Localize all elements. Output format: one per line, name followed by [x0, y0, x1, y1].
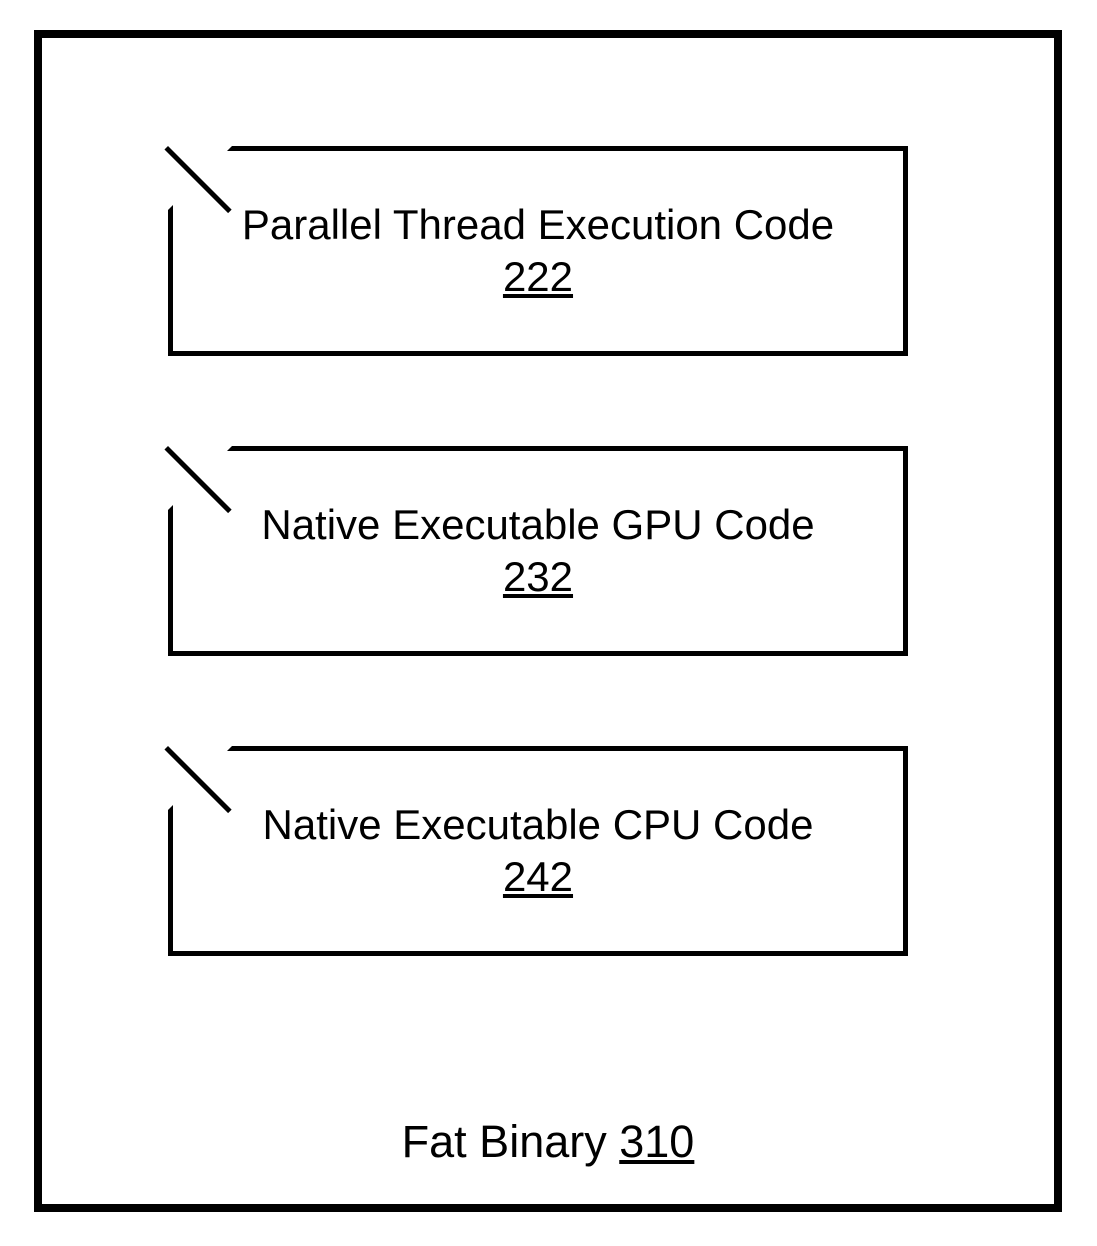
block-cpu-code: Native Executable CPU Code 242 [168, 746, 908, 956]
block-ref: 232 [503, 551, 573, 604]
card-cut-corner-icon [168, 146, 232, 210]
card-cut-corner-icon [168, 746, 232, 810]
block-title: Native Executable CPU Code [263, 799, 814, 852]
block-ptx-code: Parallel Thread Execution Code 222 [168, 146, 908, 356]
card-cut-corner-icon [168, 446, 232, 510]
container-label: Fat Binary [402, 1116, 607, 1167]
block-ref: 222 [503, 251, 573, 304]
fat-binary-container: Parallel Thread Execution Code 222 Nativ… [34, 30, 1062, 1212]
container-caption: Fat Binary 310 [42, 1116, 1054, 1168]
block-gpu-code: Native Executable GPU Code 232 [168, 446, 908, 656]
block-title: Native Executable GPU Code [261, 499, 814, 552]
block-ref: 242 [503, 851, 573, 904]
block-title: Parallel Thread Execution Code [242, 199, 834, 252]
container-ref: 310 [619, 1116, 694, 1167]
